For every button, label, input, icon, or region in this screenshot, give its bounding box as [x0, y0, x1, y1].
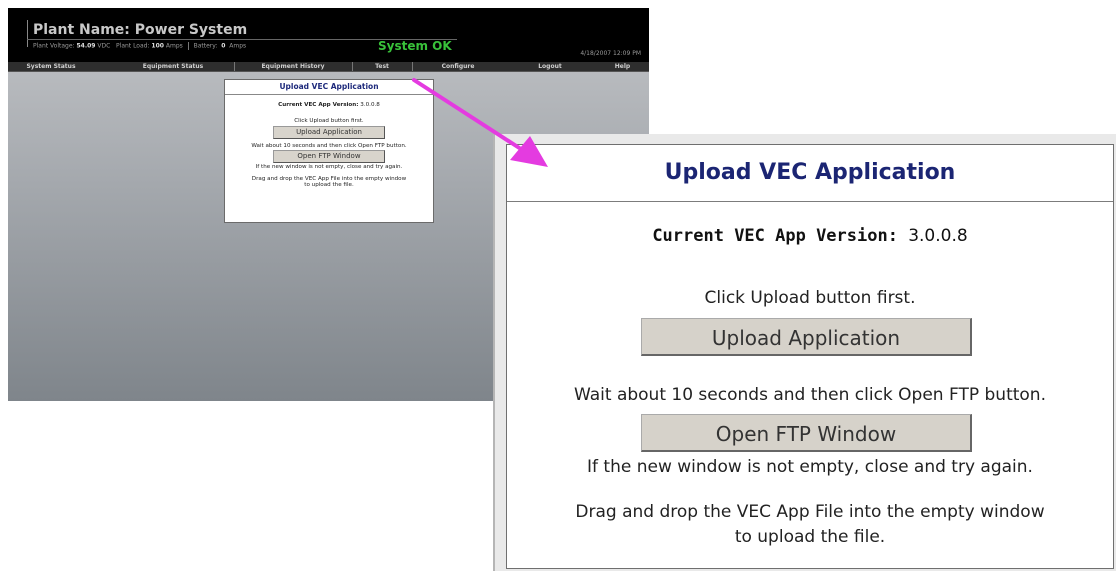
callout-arrow-icon: [412, 78, 548, 167]
arrow-head: [510, 136, 548, 167]
arrow-shaft: [412, 78, 526, 153]
